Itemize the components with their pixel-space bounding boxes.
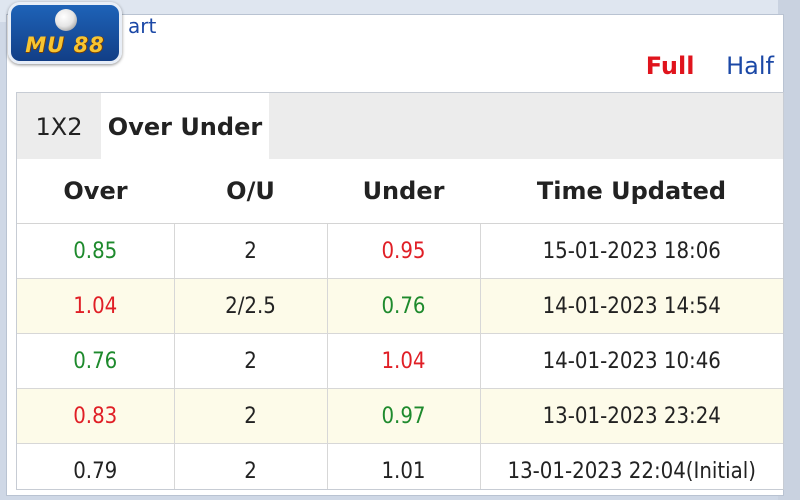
under-odds: 0.97 xyxy=(326,388,480,444)
chart-link[interactable]: art xyxy=(128,14,156,38)
ou-line: 2/2.5 xyxy=(173,278,327,334)
table-row: 0.79 2 1.01 13-01-2023 22:04(Initial) xyxy=(17,443,783,489)
odds-history-table: Over O/U Under Time Updated 0.85 2 0.95 … xyxy=(17,159,783,489)
under-odds: 1.04 xyxy=(326,333,480,389)
half-mode-link[interactable]: Half xyxy=(726,52,774,80)
time-updated: 14-01-2023 10:46 xyxy=(479,333,783,389)
full-mode-link[interactable]: Full xyxy=(646,52,695,80)
ou-line: 2 xyxy=(173,443,327,489)
soccer-ball-icon xyxy=(55,9,77,31)
header-time-updated: Time Updated xyxy=(480,159,783,224)
mu88-logo[interactable]: MU 88 xyxy=(8,2,122,64)
under-odds: 0.95 xyxy=(326,223,480,279)
over-odds: 0.76 xyxy=(17,333,174,389)
tab-1x2[interactable]: 1X2 xyxy=(17,93,101,159)
full-half-toggle: Full Half xyxy=(646,52,774,80)
header-over: Over xyxy=(17,159,174,224)
table-row: 0.85 2 0.95 15-01-2023 18:06 xyxy=(17,223,783,279)
header-ou: O/U xyxy=(174,159,327,224)
table-header-row: Over O/U Under Time Updated xyxy=(17,159,783,224)
time-updated: 14-01-2023 14:54 xyxy=(479,278,783,334)
ou-line: 2 xyxy=(173,388,327,444)
tab-over-under[interactable]: Over Under xyxy=(101,93,269,159)
ou-line: 2 xyxy=(173,333,327,389)
over-odds: 0.83 xyxy=(17,388,174,444)
time-updated: 15-01-2023 18:06 xyxy=(479,223,783,279)
over-odds: 0.85 xyxy=(17,223,174,279)
under-odds: 1.01 xyxy=(326,443,480,489)
odds-card: 1X2 Over Under Over O/U Under Time Updat… xyxy=(16,92,784,490)
header-under: Under xyxy=(327,159,480,224)
time-updated: 13-01-2023 23:24 xyxy=(479,388,783,444)
market-tabs: 1X2 Over Under xyxy=(17,93,783,159)
logo-text: MU 88 xyxy=(25,33,105,57)
under-odds: 0.76 xyxy=(326,278,480,334)
over-odds: 1.04 xyxy=(17,278,174,334)
over-odds: 0.79 xyxy=(17,443,174,489)
table-row: 0.83 2 0.97 13-01-2023 23:24 xyxy=(17,388,783,444)
time-updated: 13-01-2023 22:04(Initial) xyxy=(479,443,783,489)
table-row: 0.76 2 1.04 14-01-2023 10:46 xyxy=(17,333,783,389)
table-row: 1.04 2/2.5 0.76 14-01-2023 14:54 xyxy=(17,278,783,334)
ou-line: 2 xyxy=(173,223,327,279)
